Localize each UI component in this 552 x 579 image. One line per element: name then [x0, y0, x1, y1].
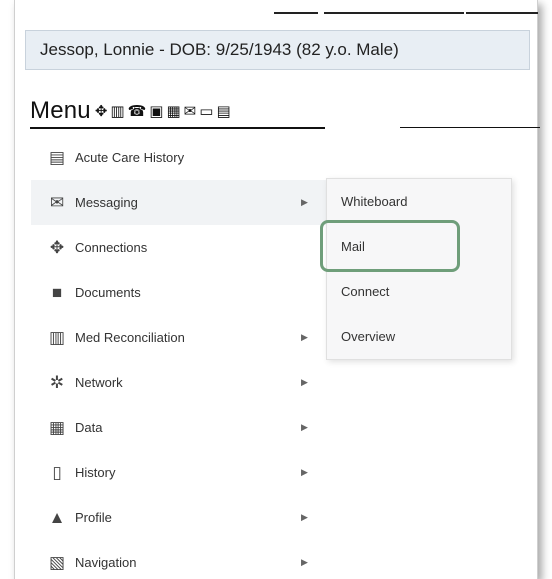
top-tab[interactable]: [274, 0, 318, 14]
mail-highlight-box: [320, 220, 460, 272]
chevron-right-icon: ▶: [301, 512, 308, 522]
menu-item-label: Data: [75, 420, 103, 435]
documents-icon[interactable]: ▣: [149, 104, 163, 119]
menu-item-network[interactable]: ✲ Network ▶: [31, 360, 326, 405]
envelope-icon: ✉: [49, 192, 65, 212]
menu-header: Menu ✥ ▥ ☎ ▣ ▦ ✉ ▭ ▤: [30, 95, 231, 127]
connections-icon[interactable]: ✥: [95, 104, 108, 119]
menu-item-messaging[interactable]: ✉ Messaging ▶: [31, 180, 326, 225]
menu-item-label: History: [75, 465, 116, 480]
chevron-right-icon: ▶: [301, 467, 308, 477]
patient-banner-text: Jessop, Lonnie - DOB: 9/25/1943 (82 y.o.…: [40, 40, 399, 59]
submenu-item-label: Connect: [341, 284, 390, 299]
menu-item-label: Med Reconciliation: [75, 330, 185, 345]
divider: [400, 127, 540, 128]
menu-item-label: Connections: [75, 240, 148, 255]
mail-icon[interactable]: ✉: [184, 104, 197, 119]
phone-icon[interactable]: ☎: [128, 104, 147, 119]
top-tab[interactable]: [324, 0, 464, 14]
submenu-item-label: Overview: [341, 329, 396, 344]
menu-item-label: Documents: [75, 285, 141, 300]
menu-item-history[interactable]: ▯ History ▶: [31, 450, 326, 495]
menu-item-navigation[interactable]: ▧ Navigation ▶: [31, 540, 326, 579]
network-icon: ✲: [49, 372, 65, 392]
folder-icon: ■: [51, 282, 63, 302]
chevron-right-icon: ▶: [301, 332, 308, 342]
chevron-right-icon: ▶: [301, 422, 308, 432]
med-reconciliation-icon: ▥: [48, 327, 66, 347]
top-tab[interactable]: [466, 0, 538, 14]
chevron-right-icon: ▶: [301, 197, 308, 207]
menu-item-profile[interactable]: ▲ Profile ▶: [31, 495, 326, 540]
chevron-right-icon: ▶: [301, 557, 308, 567]
menu-item-label: Messaging: [75, 195, 138, 210]
menu-title: Menu: [30, 97, 91, 124]
handshake-icon: ✥: [49, 237, 65, 257]
whiteboard-icon[interactable]: ▭: [199, 104, 213, 119]
menu-item-label: Network: [75, 375, 123, 390]
menu-item-data[interactable]: ▦ Data ▶: [31, 405, 326, 450]
menu-item-label: Profile: [75, 510, 112, 525]
submenu-item-connect[interactable]: Connect: [327, 269, 511, 314]
calendar-icon[interactable]: ▦: [166, 104, 180, 119]
submenu-item-overview[interactable]: Overview: [327, 314, 511, 359]
patient-banner: Jessop, Lonnie - DOB: 9/25/1943 (82 y.o.…: [25, 30, 530, 70]
menu-item-label: Acute Care History: [75, 150, 185, 165]
menu-item-med-reconciliation[interactable]: ▥ Med Reconciliation ▶: [31, 315, 326, 360]
submenu-item-label: Whiteboard: [341, 194, 408, 209]
submenu-item-whiteboard[interactable]: Whiteboard: [327, 179, 511, 224]
menu-item-label: Navigation: [75, 555, 137, 570]
menu-underline: [30, 127, 325, 129]
menu-list: ▤ Acute Care History ✉ Messaging ▶ ✥ Con…: [31, 135, 326, 579]
clipboard-icon: ▤: [48, 147, 66, 167]
data-icon: ▦: [48, 417, 66, 437]
med-reconciliation-icon[interactable]: ▥: [110, 104, 124, 119]
history-icon[interactable]: ▤: [216, 104, 230, 119]
menu-item-acute-care-history[interactable]: ▤ Acute Care History: [31, 135, 326, 180]
chevron-right-icon: ▶: [301, 377, 308, 387]
book-icon: ▯: [52, 462, 62, 482]
top-tabs: [14, 0, 538, 14]
navigation-icon: ▧: [48, 552, 66, 572]
user-icon: ▲: [48, 507, 66, 527]
menu-toolbar: ✥ ▥ ☎ ▣ ▦ ✉ ▭ ▤: [95, 104, 231, 119]
menu-item-documents[interactable]: ■ Documents: [31, 270, 326, 315]
menu-item-connections[interactable]: ✥ Connections: [31, 225, 326, 270]
